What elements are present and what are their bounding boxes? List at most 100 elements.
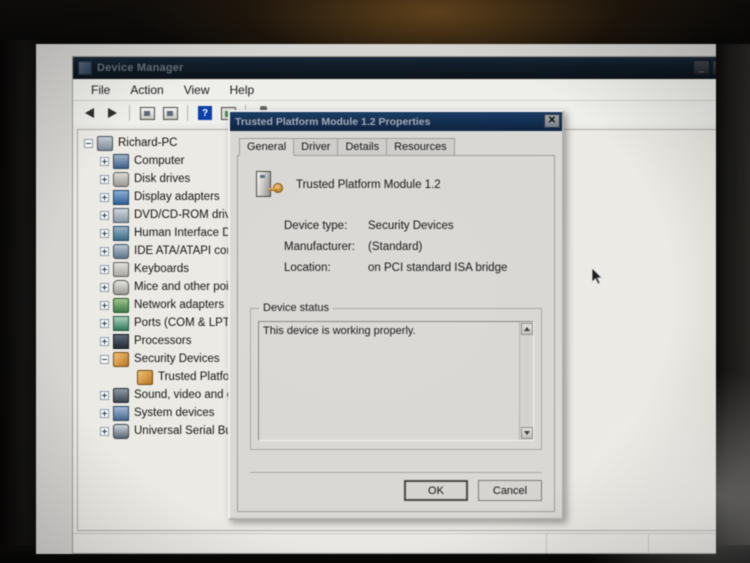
menu-item-action[interactable]: Action xyxy=(120,81,173,99)
device-status-label: Device status xyxy=(259,302,334,314)
menu-bar: File Action View Help xyxy=(73,79,716,101)
expand-icon[interactable] xyxy=(100,336,109,346)
sound-device-icon xyxy=(113,387,129,403)
property-value: Security Devices xyxy=(368,220,454,232)
scroll-down-arrow-icon[interactable] xyxy=(521,427,533,439)
expand-icon[interactable] xyxy=(100,228,109,238)
properties-icon[interactable] xyxy=(137,104,157,123)
tpm-icon xyxy=(137,369,153,385)
computer-root-icon xyxy=(97,135,113,151)
help-icon[interactable]: ? xyxy=(195,104,215,123)
device-manager-title: Device Manager xyxy=(97,62,184,74)
expand-icon[interactable] xyxy=(100,390,109,400)
dialog-title: Trusted Platform Module 1.2 Properties xyxy=(235,115,431,128)
menu-item-view[interactable]: View xyxy=(174,81,220,99)
expand-icon[interactable] xyxy=(100,426,109,436)
status-bar xyxy=(73,533,716,553)
computer-icon xyxy=(113,153,129,169)
tree-item-label: Computer xyxy=(134,155,185,167)
collapse-icon[interactable] xyxy=(84,138,93,148)
device-status-box[interactable]: This device is working properly. xyxy=(258,321,534,441)
expand-icon[interactable] xyxy=(100,210,109,220)
ide-controller-icon xyxy=(113,243,129,259)
screen-area: Device Manager _ □ ✕ File Action View He… xyxy=(36,44,716,554)
tree-item-label: Security Devices xyxy=(134,353,220,365)
expand-icon[interactable] xyxy=(100,264,109,274)
cancel-button[interactable]: Cancel xyxy=(478,480,542,501)
property-value: (Standard) xyxy=(368,241,423,253)
tree-item-label: Display adapters xyxy=(134,191,220,203)
monitor-bezel-right xyxy=(714,44,750,563)
maximize-button[interactable]: □ xyxy=(712,60,716,75)
toolbar-separator xyxy=(187,105,188,121)
status-bar-cell-1 xyxy=(545,534,649,553)
tree-item-label: Processors xyxy=(134,335,192,347)
port-icon xyxy=(113,315,129,331)
mouse-icon xyxy=(113,279,129,295)
monitor-photo: Device Manager _ □ ✕ File Action View He… xyxy=(0,0,750,563)
expand-icon[interactable] xyxy=(100,192,109,202)
menu-item-file[interactable]: File xyxy=(81,81,120,99)
device-status-scrollbar[interactable] xyxy=(519,322,533,440)
tree-item-label: Disk drives xyxy=(134,173,191,185)
collapse-icon[interactable] xyxy=(100,354,109,364)
property-label: Device type: xyxy=(284,220,348,232)
dialog-divider xyxy=(250,472,542,473)
display-adapter-icon xyxy=(113,189,129,205)
property-label: Manufacturer: xyxy=(284,241,355,253)
tree-item-label: Keyboards xyxy=(134,263,189,275)
window-controls: _ □ ✕ xyxy=(693,60,716,75)
property-row: Manufacturer: (Standard) xyxy=(284,241,542,253)
tab-resources[interactable]: Resources xyxy=(386,138,455,155)
device-name: Trusted Platform Module 1.2 xyxy=(296,179,441,191)
scroll-up-arrow-icon[interactable] xyxy=(521,323,533,335)
forward-arrow-icon[interactable] xyxy=(102,104,122,123)
tab-page-general: Trusted Platform Module 1.2 Device type:… xyxy=(237,156,555,512)
tree-item-label: Richard-PC xyxy=(118,137,178,149)
device-header: Trusted Platform Module 1.2 xyxy=(254,170,542,200)
tree-item-label: Network adapters xyxy=(134,299,225,311)
tree-item-label: System devices xyxy=(134,407,215,419)
property-row: Location: on PCI standard ISA bridge xyxy=(284,262,542,274)
system-device-icon xyxy=(113,405,129,421)
tree-item-label: DVD/CD-ROM drives xyxy=(134,209,243,221)
tree-item-label: Ports (COM & LPT) xyxy=(134,317,234,329)
menu-item-help[interactable]: Help xyxy=(220,81,265,99)
processor-icon xyxy=(113,333,129,349)
security-device-icon xyxy=(113,351,129,367)
keyboard-icon xyxy=(113,261,129,277)
tab-strip: General Driver Details Resources xyxy=(237,137,555,156)
minimize-button[interactable]: _ xyxy=(693,60,710,75)
ok-button[interactable]: OK xyxy=(404,480,468,501)
disk-drive-icon xyxy=(113,171,129,187)
usb-controller-icon xyxy=(113,423,129,439)
status-bar-cell-main xyxy=(73,534,546,553)
expand-icon[interactable] xyxy=(100,282,109,292)
device-manager-titlebar: Device Manager _ □ ✕ xyxy=(73,57,716,79)
expand-icon[interactable] xyxy=(100,246,109,256)
toolbar-separator xyxy=(129,105,130,121)
device-properties: Device type: Security Devices Manufacturer… xyxy=(284,220,542,274)
tab-general[interactable]: General xyxy=(239,138,295,156)
back-arrow-icon[interactable] xyxy=(79,104,99,123)
dialog-buttons: OK Cancel xyxy=(404,480,542,501)
tab-details[interactable]: Details xyxy=(337,138,388,155)
properties-dialog: Trusted Platform Module 1.2 Properties ✕… xyxy=(228,110,564,520)
property-row: Device type: Security Devices xyxy=(284,220,542,232)
dialog-content: General Driver Details Resources Trusted Pl… xyxy=(230,131,562,518)
hid-icon xyxy=(113,225,129,241)
device-manager-icon xyxy=(78,61,92,75)
dialog-close-button[interactable]: ✕ xyxy=(544,114,560,128)
property-label: Location: xyxy=(284,262,331,274)
tpm-device-icon xyxy=(254,170,284,200)
expand-icon[interactable] xyxy=(100,318,109,328)
network-adapter-icon xyxy=(113,297,129,313)
expand-icon[interactable] xyxy=(100,174,109,184)
expand-icon[interactable] xyxy=(100,408,109,418)
expand-icon[interactable] xyxy=(100,300,109,310)
expand-icon[interactable] xyxy=(100,156,109,166)
dialog-titlebar: Trusted Platform Module 1.2 Properties ✕ xyxy=(230,112,562,131)
property-value: on PCI standard ISA bridge xyxy=(368,262,508,274)
show-hidden-devices-icon[interactable] xyxy=(160,104,180,123)
tab-driver[interactable]: Driver xyxy=(293,138,339,155)
